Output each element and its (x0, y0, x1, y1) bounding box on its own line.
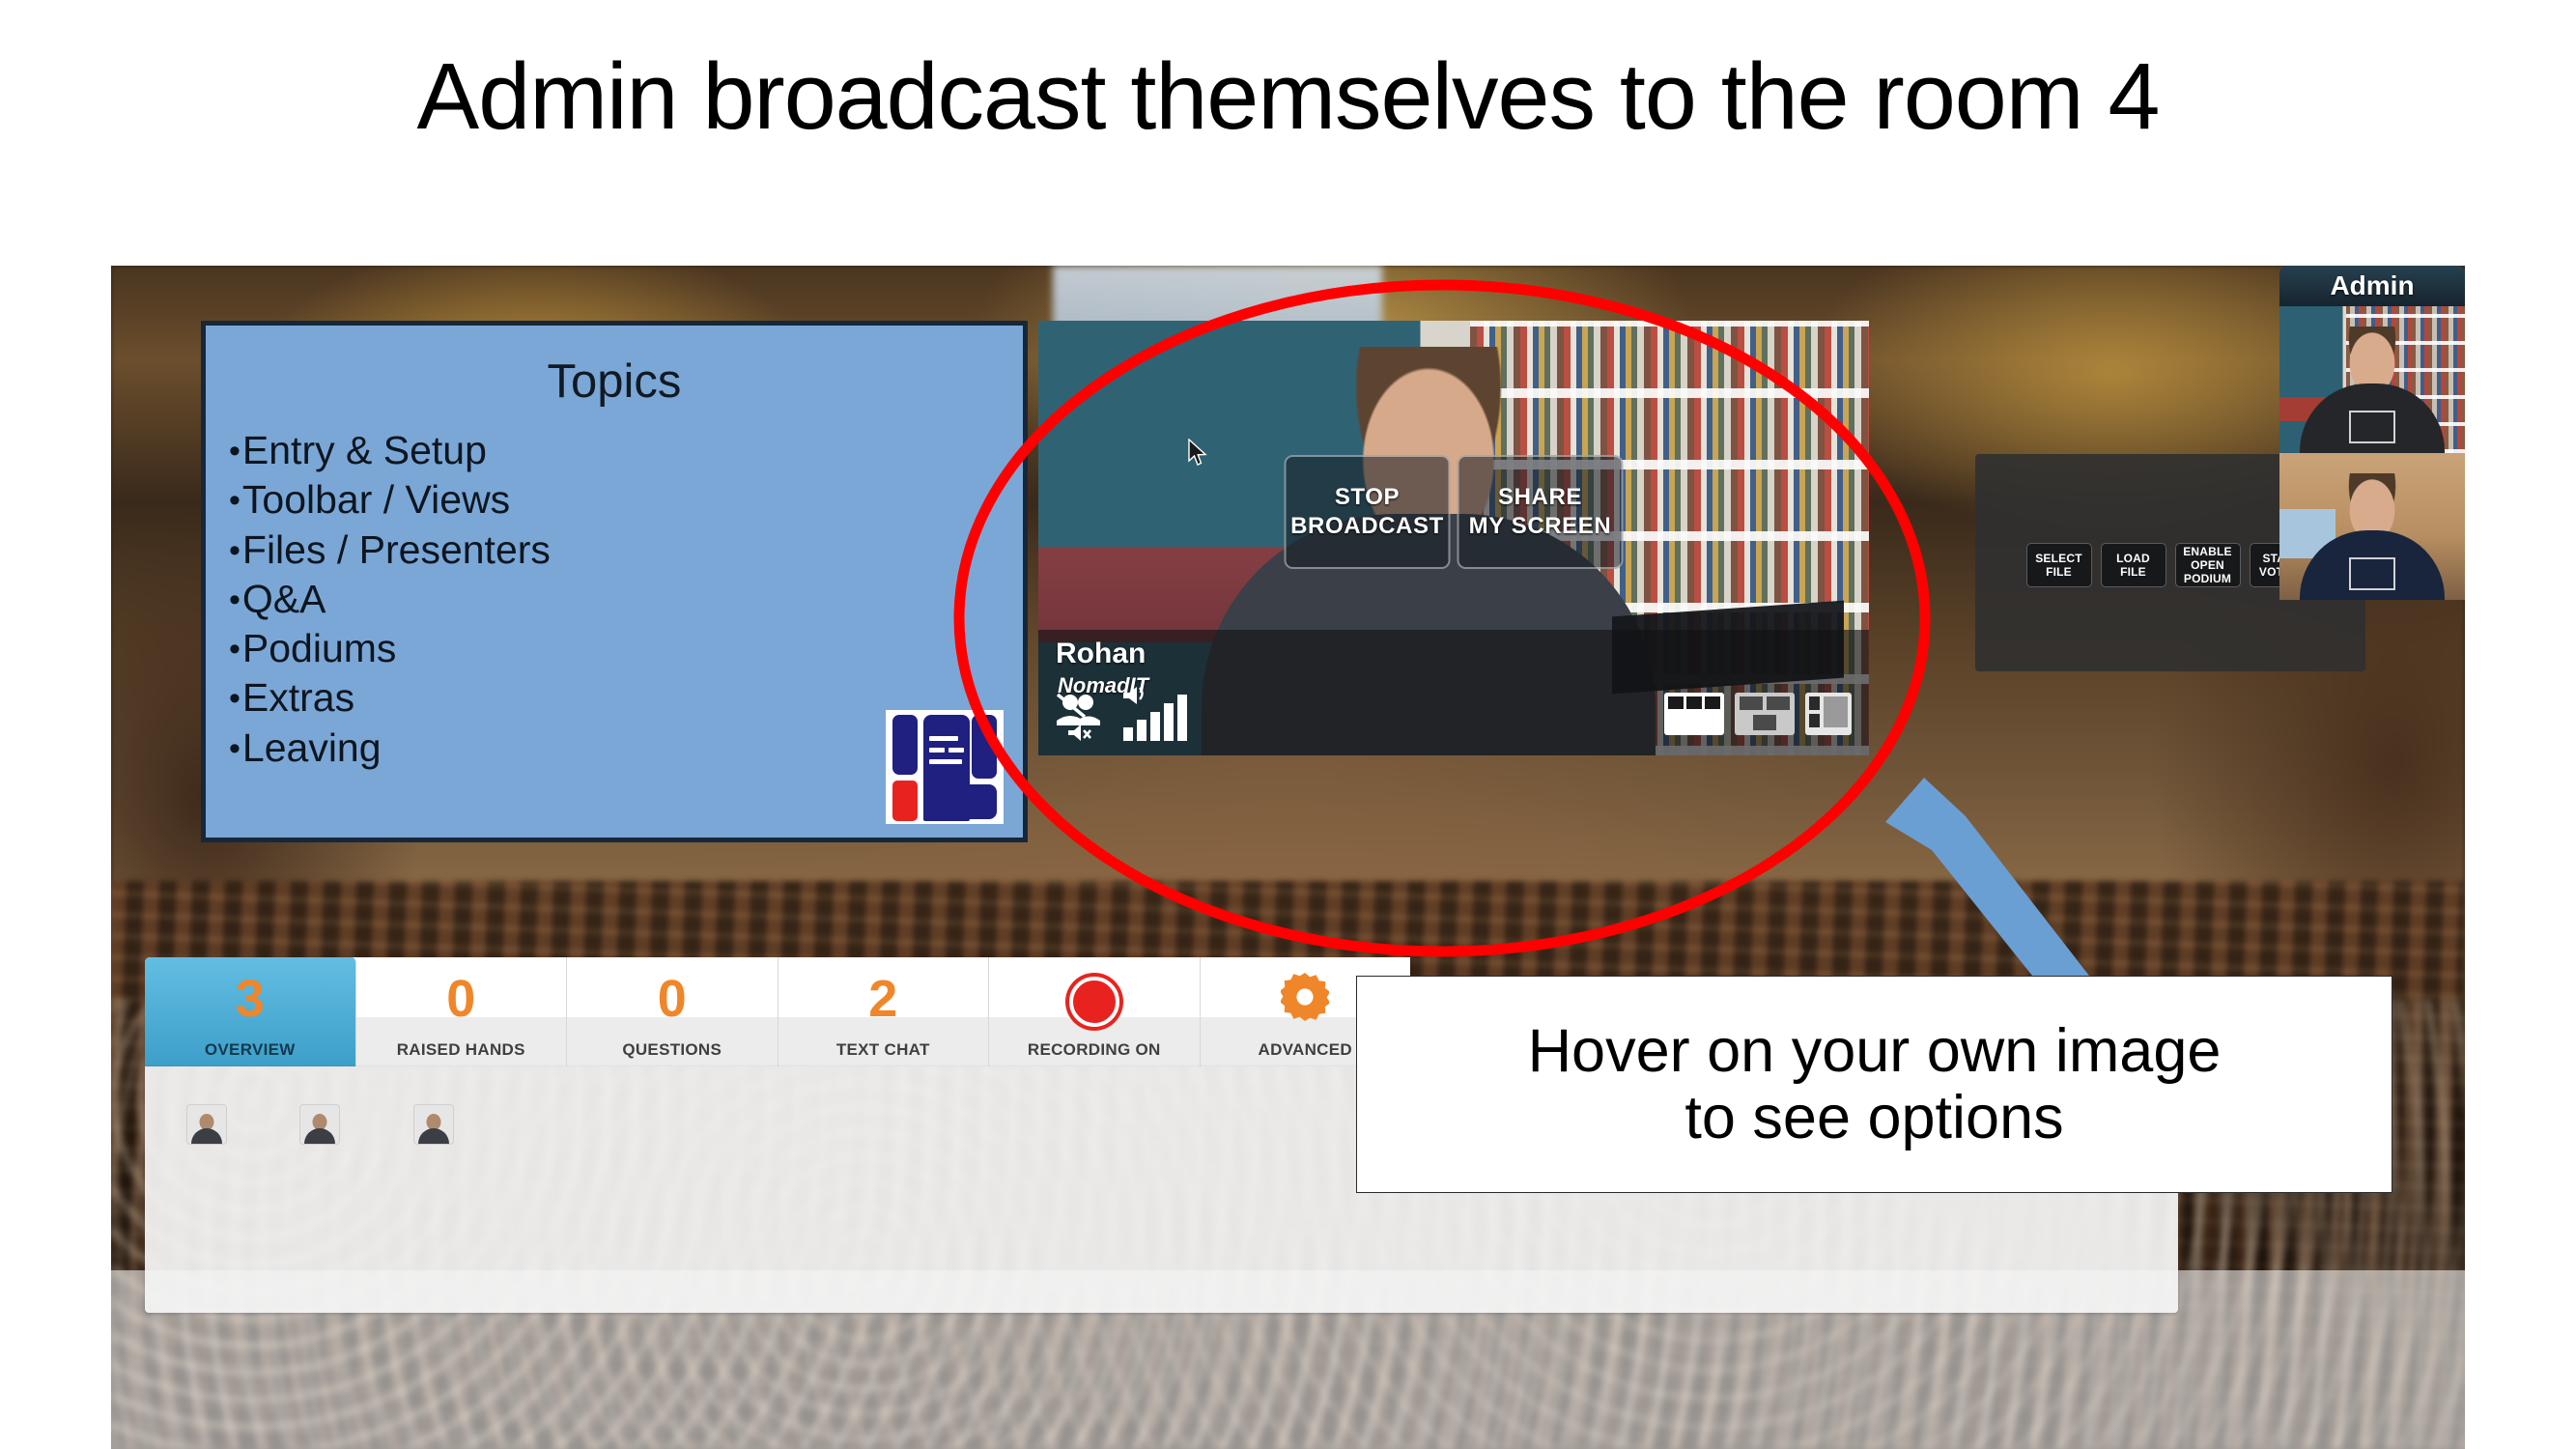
video-hover-actions: STOP BROADCAST SHARE MY SCREEN (1284, 455, 1624, 569)
topics-heading: Topics (547, 355, 682, 408)
video-status-icons (1054, 687, 1201, 748)
topic-item: Entry & Setup (229, 426, 1023, 475)
topics-slide-panel: Topics Entry & Setup Toolbar / Views Fil… (201, 321, 1028, 842)
enable-podium-line1: ENABLE (2183, 544, 2232, 558)
participant-name: Rohan (1056, 638, 1146, 669)
enable-podium-line3: PODIUM (2183, 572, 2232, 586)
share-screen-line2: MY SCREEN (1468, 513, 1612, 539)
record-dot-icon (1068, 977, 1119, 1027)
tab-recording-on[interactable]: RECORDING ON (989, 957, 1201, 1066)
signal-strength-icon (1121, 687, 1201, 748)
load-file-line2: FILE (2120, 565, 2146, 579)
text-chat-count: 2 (868, 970, 898, 1028)
topic-item: Toolbar / Views (229, 475, 1023, 525)
recording-label: RECORDING ON (1027, 1040, 1161, 1059)
overview-count: 3 (235, 970, 265, 1028)
callout-line-1: Hover on your own image (1527, 1017, 2222, 1086)
tab-raised-hands[interactable]: 0 RAISED HANDS (355, 957, 567, 1066)
select-file-line1: SELECT (2035, 551, 2082, 565)
share-my-screen-button[interactable]: SHARE MY SCREEN (1457, 455, 1624, 569)
callout-box: Hover on your own image to see options (1356, 976, 2392, 1193)
participant-thumbnail-1[interactable] (186, 1104, 227, 1145)
stop-broadcast-button[interactable]: STOP BROADCAST (1284, 455, 1451, 569)
tab-questions[interactable]: 0 QUESTIONS (567, 957, 778, 1066)
main-broadcast-video[interactable]: STOP BROADCAST SHARE MY SCREEN Rohan Nom… (1038, 321, 1869, 755)
load-file-button[interactable]: LOAD FILE (2100, 543, 2166, 587)
topic-item: Podiums (229, 624, 1023, 673)
overview-label: OVERVIEW (204, 1040, 296, 1059)
stop-broadcast-line2: BROADCAST (1290, 513, 1444, 539)
raised-hands-label: RAISED HANDS (396, 1040, 525, 1059)
topic-item: Q&A (229, 575, 1023, 624)
callout-line-2: to see options (1684, 1083, 2064, 1151)
layout-sidebar-icon[interactable] (1805, 693, 1852, 740)
admin-badge: Admin (2279, 266, 2465, 306)
enable-podium-line2: OPEN (2191, 557, 2224, 572)
embedded-app-screenshot: Topics Entry & Setup Toolbar / Views Fil… (111, 266, 2465, 1449)
share-screen-line1: SHARE (1497, 484, 1582, 510)
raised-hands-count: 0 (446, 970, 476, 1028)
bottom-toolbar: 3 OVERVIEW 0 RAISED HANDS 0 QUESTIONS 2 … (145, 957, 1410, 1066)
load-file-line1: LOAD (2116, 551, 2150, 565)
participant-thumbnail-2[interactable] (299, 1104, 340, 1145)
video-info-strip: Rohan NomadIT (1038, 630, 1869, 755)
layout-filmstrip-icon[interactable] (1664, 693, 1724, 740)
video-layout-buttons (1664, 693, 1852, 740)
topic-item: Files / Presenters (229, 526, 1023, 575)
page-title: Admin broadcast themselves to the room 4 (416, 43, 2161, 149)
tab-text-chat[interactable]: 2 TEXT CHAT (778, 957, 989, 1066)
gear-icon (1280, 973, 1331, 1026)
people-muted-icon[interactable] (1054, 691, 1104, 748)
stop-broadcast-line1: STOP (1334, 484, 1401, 510)
participant-thumbnail-3[interactable] (413, 1104, 454, 1145)
advanced-label: ADVANCED (1258, 1040, 1352, 1059)
select-file-line2: FILE (2046, 565, 2072, 579)
layout-grid-icon[interactable] (1735, 693, 1795, 740)
select-file-button[interactable]: SELECT FILE (2025, 543, 2092, 587)
questions-count: 0 (657, 970, 687, 1028)
admin-self-view-tile-1[interactable] (2279, 306, 2465, 453)
tab-overview[interactable]: 3 OVERVIEW (145, 957, 356, 1066)
enable-open-podium-button[interactable]: ENABLE OPEN PODIUM (2174, 543, 2241, 587)
questions-label: QUESTIONS (622, 1040, 722, 1059)
nomadit-logo-icon (886, 710, 1004, 824)
admin-self-view-column: Admin (2279, 266, 2465, 604)
admin-self-view-tile-2[interactable] (2279, 453, 2465, 600)
text-chat-label: TEXT CHAT (835, 1040, 930, 1059)
